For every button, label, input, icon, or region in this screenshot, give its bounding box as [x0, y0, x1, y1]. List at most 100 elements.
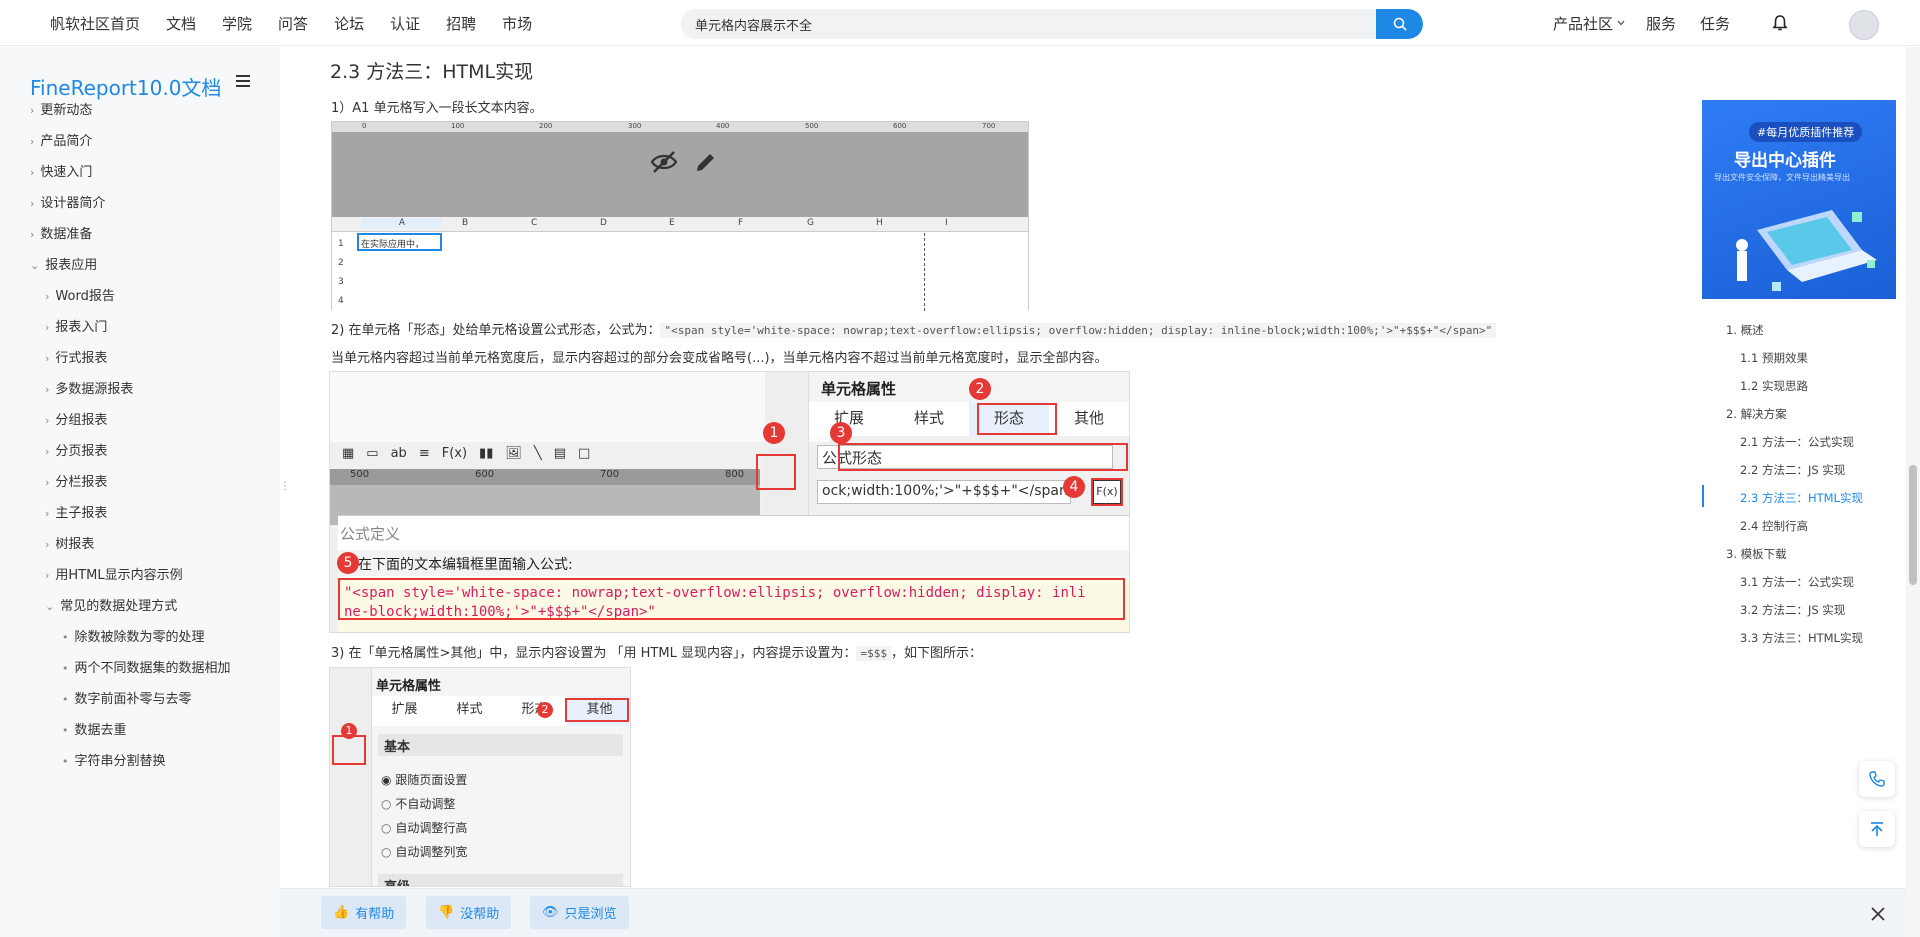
- toc-item[interactable]: 2. 解决方案: [1726, 406, 1787, 422]
- search-input[interactable]: 单元格内容展示不全: [695, 15, 812, 34]
- chevron-right-icon: ›: [30, 197, 35, 210]
- just-browsing-button[interactable]: 👁 只是浏览: [530, 896, 629, 929]
- tab-expand[interactable]: 扩展: [372, 696, 437, 726]
- service-link[interactable]: 服务: [1646, 13, 1676, 34]
- sidebar-item-column[interactable]: › 分栏报表: [45, 471, 107, 490]
- chevron-down-icon: ⌄: [45, 600, 55, 613]
- toc-item[interactable]: 2.2 方法二：JS 实现: [1740, 462, 1845, 478]
- contact-button[interactable]: [1859, 761, 1895, 797]
- annotation-box: [565, 698, 629, 722]
- toc-item-active[interactable]: 2.3 方法三：HTML实现: [1740, 490, 1863, 506]
- nav-link-forum[interactable]: 论坛: [334, 13, 364, 34]
- section-heading: 2.3 方法三：HTML实现: [330, 61, 534, 83]
- eye-icon: 👁: [542, 905, 559, 920]
- toc-item[interactable]: 1.2 实现思路: [1740, 378, 1808, 394]
- align-icon: ≡: [418, 445, 430, 461]
- option-auto-col[interactable]: ○ 自动调整列宽: [381, 840, 467, 864]
- sidebar-item-word[interactable]: › Word报告: [45, 285, 115, 304]
- menu-icon[interactable]: [236, 75, 250, 87]
- radio-icon: ○: [381, 845, 392, 859]
- sidebar-item-string-split[interactable]: • 字符串分割替换: [62, 750, 166, 769]
- toc-item[interactable]: 2.1 方法一：公式实现: [1740, 434, 1854, 450]
- sidebar-item-updates[interactable]: › 更新动态: [30, 99, 92, 118]
- radio-icon: ○: [381, 797, 392, 811]
- formula-icon: F(x): [441, 445, 468, 461]
- tab-form[interactable]: 形态: [502, 696, 567, 726]
- close-icon[interactable]: [1870, 906, 1886, 922]
- search-box[interactable]: 单元格内容展示不全: [681, 9, 1423, 39]
- toc-item[interactable]: 3.1 方法一：公式实现: [1740, 574, 1854, 590]
- tab-style[interactable]: 样式: [437, 696, 502, 726]
- dialog-hint: 在下面的文本编辑框里面输入公式:: [338, 550, 1129, 576]
- toc-item[interactable]: 2.4 控制行高: [1740, 518, 1808, 534]
- sidebar-item-tree[interactable]: › 树报表: [45, 533, 94, 552]
- sidebar-item-report-intro[interactable]: › 报表入门: [45, 316, 107, 335]
- toc-item[interactable]: 3.2 方法二：JS 实现: [1740, 602, 1845, 618]
- sidebar-item-group[interactable]: › 分组报表: [45, 409, 107, 428]
- nav-link-cert[interactable]: 认证: [390, 13, 420, 34]
- nav-link-qa[interactable]: 问答: [278, 13, 308, 34]
- bell-icon[interactable]: [1770, 13, 1790, 33]
- section-advanced[interactable]: 高级: [378, 874, 623, 886]
- annotation-box: [756, 454, 796, 490]
- thumbs-down-icon: 👎: [438, 905, 455, 920]
- text-icon: ab: [390, 445, 407, 461]
- nav-links: 帆软社区首页 文档 学院 问答 论坛 认证 招聘 市场: [50, 0, 558, 46]
- sidebar-item-quickstart[interactable]: › 快速入门: [30, 161, 92, 180]
- sidebar-title[interactable]: FineReport10.0文档: [30, 72, 221, 101]
- nav-link-docs[interactable]: 文档: [166, 13, 196, 34]
- nav-link-academy[interactable]: 学院: [222, 13, 252, 34]
- scrollbar[interactable]: [1906, 47, 1920, 937]
- sidebar-item-divide-zero[interactable]: • 除数被除数为零的处理: [62, 626, 205, 645]
- toc-item[interactable]: 1.1 预期效果: [1740, 350, 1808, 366]
- task-link[interactable]: 任务: [1700, 13, 1730, 34]
- option-no-adjust[interactable]: ○ 不自动调整: [381, 792, 467, 816]
- panel-tabs: 扩展 样式 形态 其他: [809, 402, 1129, 436]
- annotation-box: [332, 735, 366, 765]
- toc-item[interactable]: 3. 模板下载: [1726, 546, 1787, 562]
- sidebar-item-master-detail[interactable]: › 主子报表: [45, 502, 107, 521]
- sidebar-item-row-report[interactable]: › 行式报表: [45, 347, 107, 366]
- nav-link-jobs[interactable]: 招聘: [446, 13, 476, 34]
- bullet-icon: •: [62, 693, 69, 706]
- nav-link-market[interactable]: 市场: [502, 13, 532, 34]
- step3-text: 3) 在「单元格属性>其他」中，显示内容设置为 「用 HTML 显现内容」，内容…: [331, 646, 982, 661]
- section-basic[interactable]: 基本: [378, 734, 623, 756]
- formula-input[interactable]: ock;width:100%;'>"+$$$+"</span>: [817, 480, 1071, 504]
- option-auto-row[interactable]: ○ 自动调整行高: [381, 816, 467, 840]
- tab-style[interactable]: 样式: [889, 402, 969, 436]
- sidebar-item-sum-datasets[interactable]: • 两个不同数据集的数据相加: [62, 657, 231, 676]
- sidebar-item-paging[interactable]: › 分页报表: [45, 440, 107, 459]
- bullet-icon: •: [62, 724, 69, 737]
- tab-other[interactable]: 其他: [1049, 402, 1129, 436]
- toc-item[interactable]: 3.3 方法三：HTML实现: [1740, 630, 1863, 646]
- cell-a1[interactable]: 在实际应用中，: [357, 233, 442, 251]
- sidebar-item-multi-source[interactable]: › 多数据源报表: [45, 378, 133, 397]
- sidebar-item-data-prep[interactable]: › 数据准备: [30, 223, 92, 242]
- sidebar-resize-handle[interactable]: ⋮: [280, 482, 290, 502]
- nav-link-home[interactable]: 帆软社区首页: [50, 13, 140, 34]
- search-button[interactable]: [1376, 9, 1423, 39]
- sidebar-item-report-app[interactable]: ⌄ 报表应用: [30, 254, 97, 273]
- plugin-banner[interactable]: #每月优质插件推荐 导出中心插件 导出文件安全保障，文件导出精美导出: [1702, 100, 1896, 299]
- not-helpful-button[interactable]: 👎 没帮助: [426, 896, 512, 929]
- ruler: 500 600 700 800: [330, 469, 760, 485]
- merge-icon: ▭: [366, 445, 379, 461]
- product-community-menu[interactable]: 产品社区: [1553, 13, 1613, 34]
- annotation-box: [338, 578, 1125, 620]
- step2-text: 2) 在单元格「形态」处给单元格设置公式形态，公式为： "<span style=…: [331, 319, 1497, 338]
- avatar[interactable]: [1849, 10, 1879, 40]
- sidebar-item-html-example[interactable]: › 用HTML显示内容示例: [45, 564, 183, 583]
- sidebar-item-designer[interactable]: › 设计器简介: [30, 192, 105, 211]
- sidebar-item-dedupe[interactable]: • 数据去重: [62, 719, 127, 738]
- toc-item[interactable]: 1. 概述: [1726, 322, 1764, 338]
- laptop-illustration: [1736, 210, 1877, 291]
- sidebar-item-zero-pad[interactable]: • 数字前面补零与去零: [62, 688, 192, 707]
- scrollbar-thumb[interactable]: [1909, 465, 1917, 585]
- helpful-button[interactable]: 👍 有帮助: [321, 896, 407, 929]
- back-to-top-button[interactable]: [1859, 811, 1895, 847]
- sidebar-item-intro[interactable]: › 产品简介: [30, 130, 92, 149]
- option-follow-page[interactable]: ◉ 跟随页面设置: [381, 768, 467, 792]
- pencil-icon: [697, 154, 714, 171]
- sidebar-item-data-processing[interactable]: ⌄ 常见的数据处理方式: [45, 595, 177, 614]
